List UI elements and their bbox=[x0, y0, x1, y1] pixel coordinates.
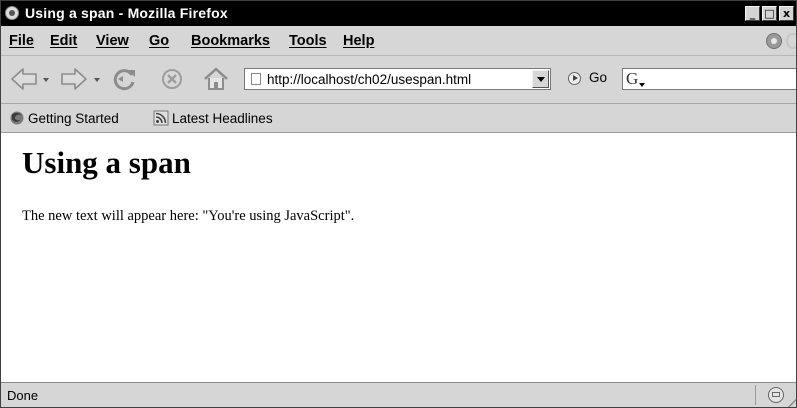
url-input[interactable] bbox=[267, 70, 525, 88]
window-title: Using a span - Mozilla Firefox bbox=[25, 5, 228, 21]
minimize-button[interactable]: _ bbox=[745, 6, 760, 21]
menu-help[interactable]: Help bbox=[343, 33, 374, 49]
menu-tools[interactable]: Tools bbox=[289, 33, 327, 49]
menu-go[interactable]: Go bbox=[149, 33, 169, 49]
page-paragraph: The new text will appear here: "You're u… bbox=[22, 208, 355, 224]
bookmark-latest-headlines[interactable]: Latest Headlines bbox=[153, 110, 293, 127]
window-controls: _ □ x bbox=[745, 6, 796, 21]
maximize-button[interactable]: □ bbox=[762, 6, 777, 21]
google-icon[interactable]: G bbox=[626, 70, 645, 88]
page-heading: Using a span bbox=[22, 145, 191, 180]
back-icon bbox=[11, 68, 37, 90]
address-bar[interactable] bbox=[244, 68, 551, 90]
menu-bookmarks[interactable]: Bookmarks bbox=[191, 33, 270, 49]
page-icon bbox=[251, 73, 261, 85]
status-divider bbox=[755, 385, 756, 405]
search-input[interactable] bbox=[651, 70, 796, 88]
throbber-edge-icon bbox=[786, 33, 796, 49]
status-bar: Done bbox=[1, 382, 796, 407]
close-button[interactable]: x bbox=[779, 6, 794, 21]
forward-history-dropdown-icon[interactable] bbox=[94, 78, 100, 82]
bookmark-label: Getting Started bbox=[28, 111, 119, 126]
throbber-icon bbox=[766, 33, 782, 49]
menu-view[interactable]: View bbox=[96, 33, 129, 49]
reload-icon bbox=[113, 69, 135, 91]
menu-bar: File Edit View Go Bookmarks Tools Help bbox=[1, 26, 796, 56]
forward-button[interactable] bbox=[59, 64, 89, 94]
bookmark-getting-started[interactable]: Getting Started bbox=[9, 110, 149, 127]
back-button[interactable] bbox=[9, 64, 39, 94]
stop-button[interactable] bbox=[157, 64, 187, 94]
menu-file[interactable]: File bbox=[9, 33, 34, 49]
back-history-dropdown-icon[interactable] bbox=[43, 78, 49, 82]
title-bar: Using a span - Mozilla Firefox _ □ x bbox=[1, 1, 796, 26]
bookmarks-toolbar: Getting Started Latest Headlines bbox=[1, 104, 796, 133]
page-content: Using a span The new text will appear he… bbox=[1, 133, 796, 384]
security-icon[interactable] bbox=[768, 387, 784, 403]
rss-icon bbox=[153, 110, 169, 126]
home-icon bbox=[204, 67, 228, 90]
bookmark-label: Latest Headlines bbox=[172, 111, 273, 126]
forward-icon bbox=[61, 68, 87, 90]
firefox-app-icon[interactable] bbox=[5, 6, 19, 20]
url-history-dropdown-button[interactable] bbox=[532, 70, 549, 88]
status-text: Done bbox=[7, 388, 39, 403]
firefox-icon bbox=[10, 111, 24, 125]
stop-icon bbox=[162, 69, 182, 89]
menu-edit[interactable]: Edit bbox=[50, 33, 77, 49]
search-box[interactable]: G bbox=[622, 68, 796, 90]
go-icon bbox=[568, 72, 581, 85]
home-button[interactable] bbox=[201, 64, 231, 94]
browser-window: Using a span - Mozilla Firefox _ □ x Fil… bbox=[0, 0, 797, 408]
navigation-toolbar: Go G bbox=[1, 56, 796, 104]
resize-grip-icon[interactable] bbox=[788, 399, 796, 407]
go-label: Go bbox=[589, 70, 608, 85]
reload-button[interactable] bbox=[109, 64, 139, 94]
